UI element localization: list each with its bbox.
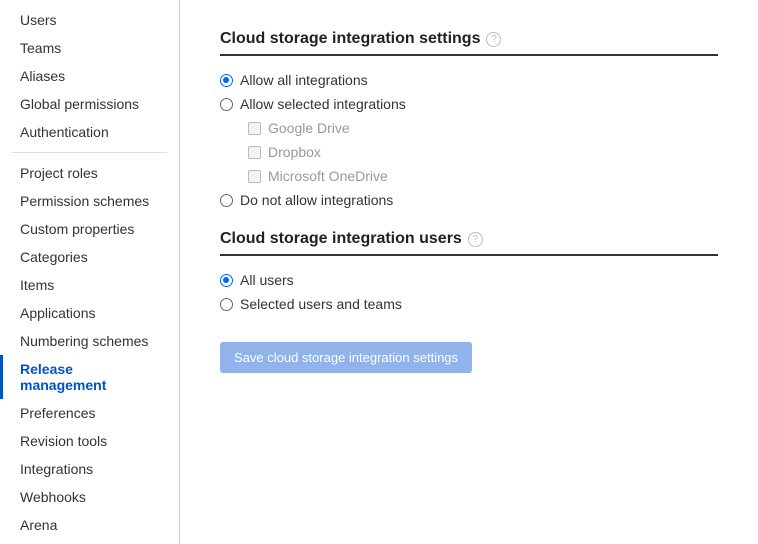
sidebar-item-categories[interactable]: Categories	[12, 243, 167, 271]
label-allow-all: Allow all integrations	[240, 72, 368, 88]
section-title-integration-settings: Cloud storage integration settings	[220, 30, 480, 48]
sidebar-item-preferences[interactable]: Preferences	[12, 399, 167, 427]
option-google-drive: Google Drive	[220, 116, 718, 140]
sidebar-item-permission-schemes[interactable]: Permission schemes	[12, 187, 167, 215]
sidebar-item-integrations[interactable]: Integrations	[12, 455, 167, 483]
sidebar-item-revision-tools[interactable]: Revision tools	[12, 427, 167, 455]
option-all-users[interactable]: All users	[220, 268, 718, 292]
sidebar-group-account: Users Teams Aliases Global permissions A…	[12, 6, 167, 153]
sidebar-item-global-permissions[interactable]: Global permissions	[12, 90, 167, 118]
section-title-integration-users: Cloud storage integration users	[220, 230, 462, 248]
checkbox-onedrive	[248, 170, 261, 183]
label-google-drive: Google Drive	[268, 120, 350, 136]
option-dropbox: Dropbox	[220, 140, 718, 164]
integration-settings-options: Allow all integrations Allow selected in…	[220, 68, 718, 212]
help-icon[interactable]: ?	[468, 232, 483, 247]
label-allow-selected: Allow selected integrations	[240, 96, 406, 112]
sidebar-item-release-management[interactable]: Release management	[12, 355, 167, 399]
label-onedrive: Microsoft OneDrive	[268, 168, 388, 184]
sidebar-item-teams[interactable]: Teams	[12, 34, 167, 62]
main-content: Cloud storage integration settings ? All…	[180, 0, 758, 544]
sidebar-item-custom-properties[interactable]: Custom properties	[12, 215, 167, 243]
radio-allow-all[interactable]	[220, 74, 233, 87]
option-selected-users[interactable]: Selected users and teams	[220, 292, 718, 316]
radio-allow-selected[interactable]	[220, 98, 233, 111]
section-header-integration-settings: Cloud storage integration settings ?	[220, 30, 718, 56]
option-onedrive: Microsoft OneDrive	[220, 164, 718, 188]
label-do-not-allow: Do not allow integrations	[240, 192, 393, 208]
save-button[interactable]: Save cloud storage integration settings	[220, 342, 472, 373]
label-dropbox: Dropbox	[268, 144, 321, 160]
radio-do-not-allow[interactable]	[220, 194, 233, 207]
help-icon[interactable]: ?	[486, 32, 501, 47]
option-allow-selected[interactable]: Allow selected integrations	[220, 92, 718, 116]
sidebar-group-project: Project roles Permission schemes Custom …	[12, 159, 167, 544]
sidebar-item-items[interactable]: Items	[12, 271, 167, 299]
sidebar-item-webhooks[interactable]: Webhooks	[12, 483, 167, 511]
label-all-users: All users	[240, 272, 294, 288]
radio-selected-users[interactable]	[220, 298, 233, 311]
sidebar-item-aliases[interactable]: Aliases	[12, 62, 167, 90]
option-do-not-allow[interactable]: Do not allow integrations	[220, 188, 718, 212]
sidebar-item-authentication[interactable]: Authentication	[12, 118, 167, 146]
option-allow-all[interactable]: Allow all integrations	[220, 68, 718, 92]
integration-users-options: All users Selected users and teams	[220, 268, 718, 316]
section-header-integration-users: Cloud storage integration users ?	[220, 230, 718, 256]
sidebar-item-project-roles[interactable]: Project roles	[12, 159, 167, 187]
radio-all-users[interactable]	[220, 274, 233, 287]
sidebar-item-users[interactable]: Users	[12, 6, 167, 34]
sidebar-item-numbering-schemes[interactable]: Numbering schemes	[12, 327, 167, 355]
checkbox-google-drive	[248, 122, 261, 135]
checkbox-dropbox	[248, 146, 261, 159]
sidebar-item-applications[interactable]: Applications	[12, 299, 167, 327]
sidebar: Users Teams Aliases Global permissions A…	[0, 0, 180, 544]
label-selected-users: Selected users and teams	[240, 296, 402, 312]
sidebar-item-arena[interactable]: Arena	[12, 511, 167, 539]
